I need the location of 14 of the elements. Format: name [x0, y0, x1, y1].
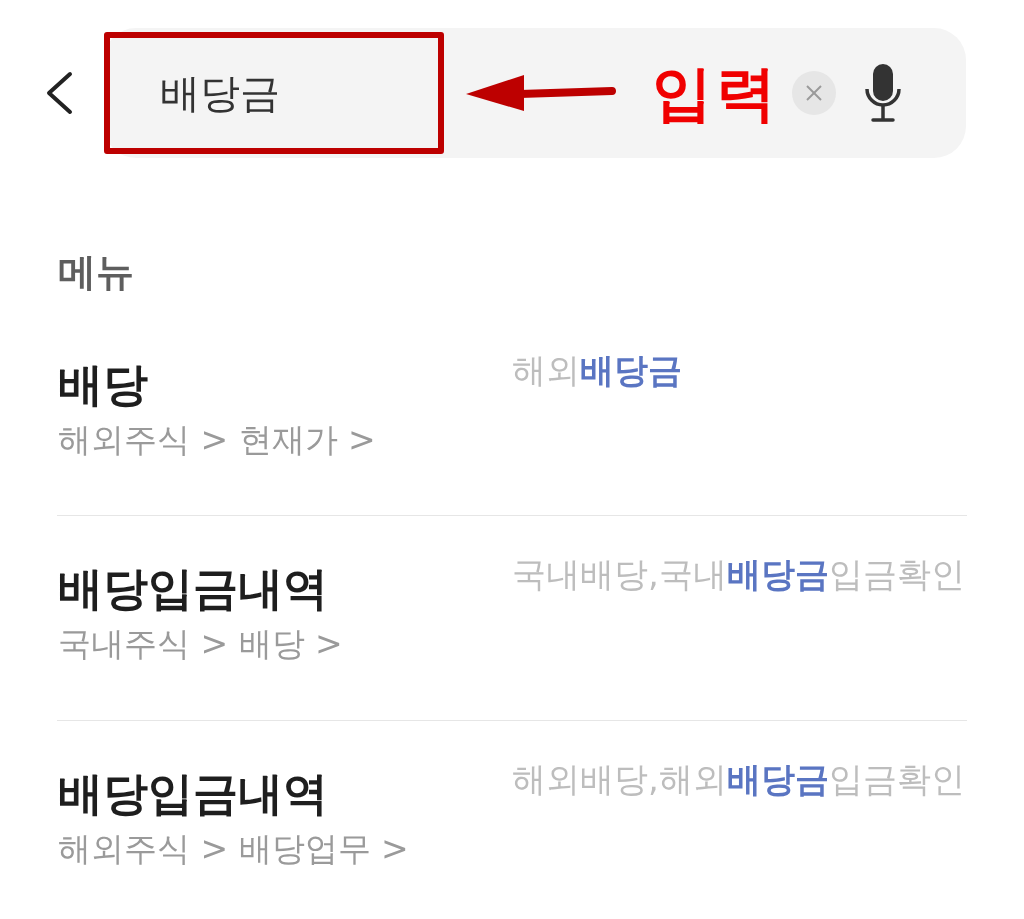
menu-title[interactable]: 배당입금내역 — [58, 766, 328, 821]
menu-title[interactable]: 배당 — [58, 357, 148, 412]
menu-path: 해외주식 > 배당업무 > — [58, 828, 409, 869]
microphone-icon[interactable] — [864, 64, 902, 122]
keyword-text: 해외배당금 — [512, 349, 682, 391]
section-title: 메뉴 — [58, 250, 134, 296]
back-icon[interactable] — [44, 71, 74, 115]
menu-path: 국내주식 > 배당 > — [58, 624, 343, 664]
keyword-text: 해외배당,해외배당금입금확인 — [512, 758, 965, 800]
close-icon — [805, 84, 823, 102]
menu-path: 해외주식 > 현재가 > — [58, 419, 376, 460]
keyword-text: 국내배당,국내배당금입금확인 — [512, 554, 965, 595]
annotation-label: 입력 — [652, 60, 780, 126]
menu-title[interactable]: 배당입금내역 — [58, 562, 328, 617]
